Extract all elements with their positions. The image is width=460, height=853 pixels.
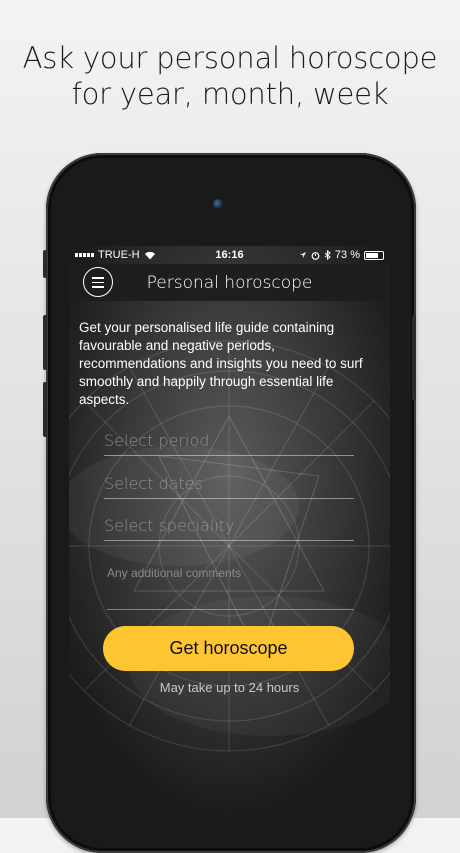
comments-placeholder: Any additional comments <box>107 566 242 580</box>
alarm-icon <box>311 251 320 260</box>
volume-down-button <box>43 382 47 437</box>
select-speciality-placeholder: Select speciality <box>104 516 235 535</box>
app-screen: TRUE-H 16:16 73 % Personal horoscope Get… <box>69 246 390 818</box>
get-horoscope-button[interactable]: Get horoscope <box>103 626 354 671</box>
select-period-placeholder: Select period <box>104 431 210 450</box>
bluetooth-icon <box>324 250 331 260</box>
status-right: 73 % <box>299 249 384 261</box>
select-dates-placeholder: Select dates <box>104 474 203 493</box>
promo-headline: Ask your personal horoscope for year, mo… <box>0 40 460 112</box>
select-dates-field[interactable]: Select dates <box>104 470 354 499</box>
comments-textarea[interactable]: Any additional comments <box>107 556 354 610</box>
page-title: Personal horoscope <box>146 273 313 293</box>
headline-line-1: Ask your personal horoscope <box>22 41 438 75</box>
nav-bar: Personal horoscope <box>69 264 390 301</box>
mute-switch <box>43 250 47 278</box>
select-speciality-field[interactable]: Select speciality <box>104 512 354 541</box>
battery-percent: 73 % <box>334 249 360 261</box>
location-icon <box>299 252 306 258</box>
status-bar: TRUE-H 16:16 73 % <box>69 246 390 264</box>
battery-icon <box>364 250 384 260</box>
power-button <box>412 315 416 400</box>
select-period-field[interactable]: Select period <box>104 427 354 456</box>
headline-line-2: for year, month, week <box>71 77 389 111</box>
volume-up-button <box>43 315 47 370</box>
front-camera-icon <box>213 199 223 209</box>
turnaround-note: May take up to 24 hours <box>159 680 300 695</box>
intro-text: Get your personalised life guide contain… <box>79 320 363 407</box>
